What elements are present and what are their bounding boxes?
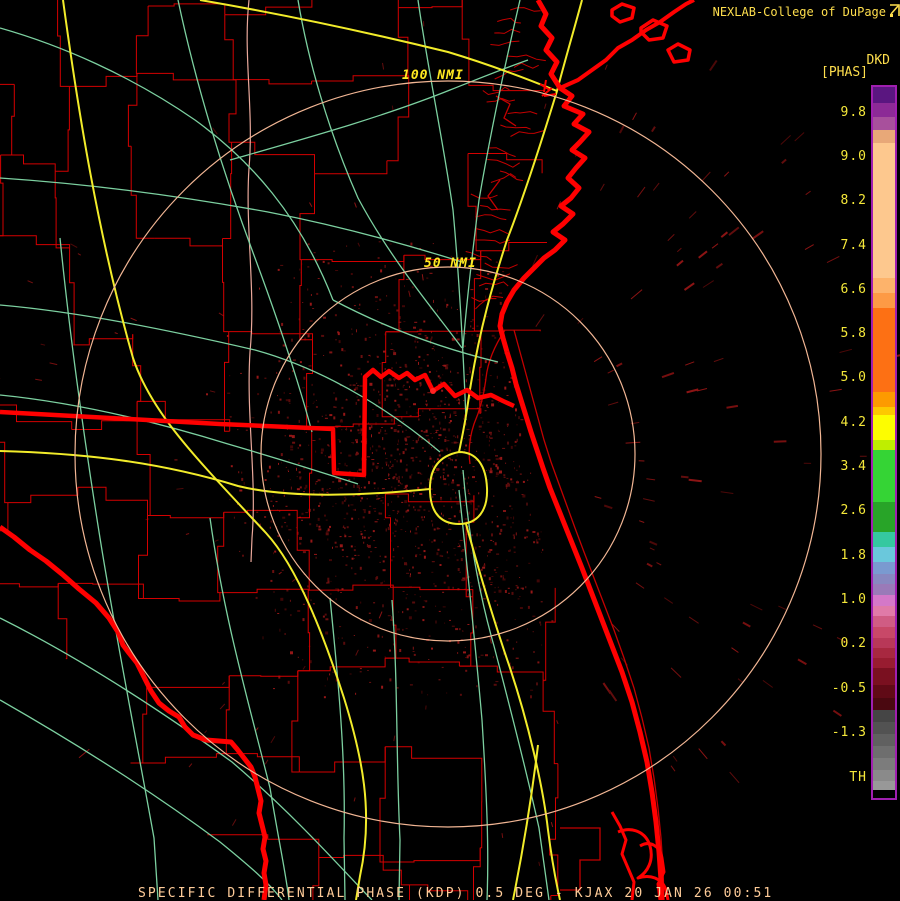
color-scale: [871, 85, 897, 800]
color-scale-segment: [873, 308, 895, 392]
color-scale-segment: [873, 627, 895, 638]
color-scale-segment: [873, 606, 895, 616]
color-scale-segment: [873, 734, 895, 746]
color-scale-segment: [873, 502, 895, 532]
color-scale-segment: [873, 117, 895, 130]
radar-display: NEXLAB-College of DuPage DKD [PHAS] 9.89…: [0, 0, 900, 900]
color-scale-segment: [873, 562, 895, 574]
color-scale-segment: [873, 143, 895, 278]
color-scale-segment: [873, 547, 895, 562]
color-scale-segment: [873, 770, 895, 781]
color-scale-segment: [873, 710, 895, 722]
color-scale-segment: [873, 407, 895, 415]
color-scale-segment: [873, 293, 895, 308]
color-scale-segment: [873, 658, 895, 668]
color-scale-segment: [873, 648, 895, 658]
range-ring-label-100nmi: 100 NMI: [402, 68, 464, 83]
color-scale-segment: [873, 668, 895, 685]
color-scale-segment: [873, 698, 895, 710]
color-scale-segment: [873, 415, 895, 440]
color-scale-segment: [873, 450, 895, 502]
color-scale-segment: [873, 746, 895, 758]
color-scale-segment: [873, 638, 895, 648]
color-scale-segment: [873, 595, 895, 606]
color-scale-segment: [873, 722, 895, 734]
color-scale-segment: [873, 790, 895, 798]
color-scale-segment: [873, 392, 895, 407]
color-scale-segments: [873, 87, 895, 798]
color-scale-segment: [873, 532, 895, 547]
status-bar: SPECIFIC DIFFERENTIAL PHASE (KDP) 0.5 DE…: [0, 884, 900, 900]
color-scale-segment: [873, 685, 895, 698]
color-scale-segment: [873, 781, 895, 790]
app-title: NEXLAB-College of DuPage: [700, 5, 886, 19]
color-scale-segment: [873, 616, 895, 627]
radar-map: [0, 0, 900, 900]
color-scale-segment: [873, 758, 895, 770]
product-units: [PHAS]: [760, 65, 868, 80]
range-ring-label-50nmi: 50 NMI: [424, 256, 477, 271]
nexlab-logo-icon: [889, 4, 900, 17]
color-scale-segment: [873, 130, 895, 143]
color-scale-segment: [873, 278, 895, 293]
color-scale-segment: [873, 584, 895, 595]
color-scale-segment: [873, 440, 895, 450]
color-scale-segment: [873, 574, 895, 584]
color-scale-segment: [873, 103, 895, 117]
color-scale-segment: [873, 87, 895, 103]
product-status-text: SPECIFIC DIFFERENTIAL PHASE (KDP) 0.5 DE…: [138, 886, 773, 901]
